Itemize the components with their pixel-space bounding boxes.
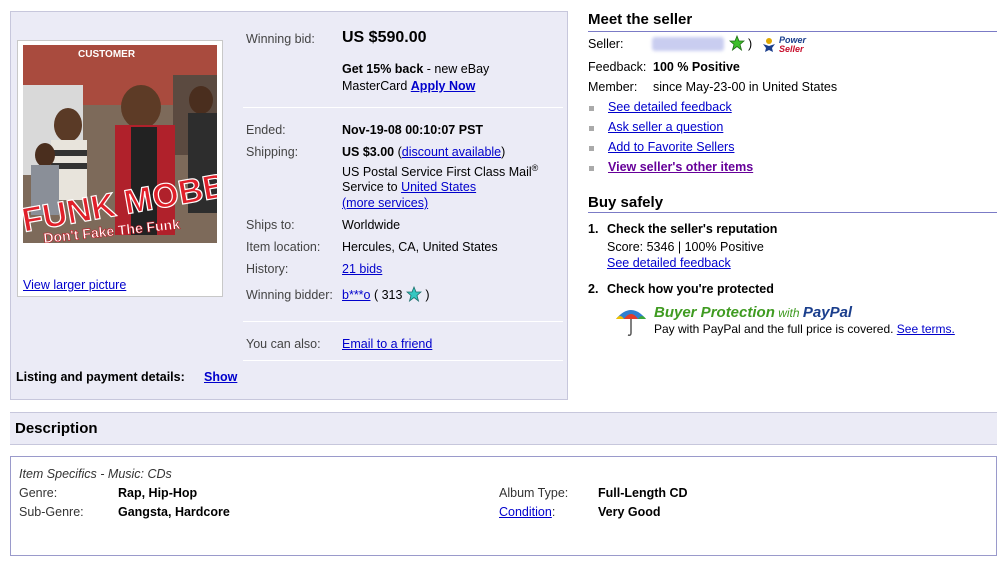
shipping-service-line: US Postal Service First Class Mail® — [342, 163, 538, 179]
album-type-label: Album Type: — [499, 486, 569, 500]
mastercard-promo-line2: MasterCard Apply Now — [342, 79, 475, 93]
feedback-value: 100 % Positive — [653, 60, 740, 74]
feedback-label: Feedback: — [588, 60, 647, 74]
buyer-protection-text: Buyer Protection — [654, 304, 775, 321]
history-label: History: — [246, 262, 289, 276]
promo-line2-text: MasterCard — [342, 79, 411, 93]
listing-details-label: Listing and payment details: — [16, 370, 185, 384]
shipping-cost: US $3.00 — [342, 145, 395, 159]
buyer-protection-desc: Pay with PayPal and the full price is co… — [654, 322, 955, 336]
bidder-close-paren: ) — [421, 288, 430, 302]
seller-close-paren: ) — [748, 37, 753, 51]
divider — [243, 321, 563, 322]
buyer-protection-logo: Buyer Protection with PayPal — [654, 304, 852, 321]
item-specifics-box: Item Specifics - Music: CDs Genre: Rap, … — [10, 456, 997, 556]
genre-value: Rap, Hip-Hop — [118, 486, 198, 500]
apply-now-link[interactable]: Apply Now — [411, 79, 476, 93]
album-cover-image[interactable]: CUSTOMER FUNK MOBB Don't Fake The Funk — [23, 45, 217, 243]
registered-mark: ® — [531, 163, 539, 173]
ships-to-label: Ships to: — [246, 218, 295, 232]
paypal-text: PayPal — [802, 304, 853, 321]
divider — [243, 107, 563, 108]
item-photo-box: CUSTOMER FUNK MOBB Don't Fake The Funk V… — [17, 40, 223, 297]
show-listing-details-link[interactable]: Show — [204, 370, 237, 384]
united-states-link[interactable]: United States — [401, 180, 476, 194]
turquoise-star-icon — [405, 285, 423, 305]
step-2-number: 2. — [588, 282, 599, 296]
step-1-number: 1. — [588, 222, 599, 236]
bullet — [589, 106, 594, 111]
seller-score: Score: 5346 | 100% Positive — [607, 240, 764, 254]
view-seller-other-items-link[interactable]: View seller's other items — [608, 160, 753, 174]
album-type-value: Full-Length CD — [598, 486, 688, 500]
paren-close: ) — [501, 145, 506, 159]
bullet — [589, 126, 594, 131]
buy-safely-title: Buy safely — [588, 194, 664, 211]
shipping-label: Shipping: — [246, 145, 299, 159]
item-location-label: Item location: — [246, 240, 321, 254]
condition-label: Condition: — [499, 505, 555, 519]
winning-bid-value: US $590.00 — [342, 29, 427, 46]
see-detailed-feedback-link-2[interactable]: See detailed feedback — [607, 256, 731, 270]
umbrella-icon — [614, 303, 648, 340]
item-specifics-title: Item Specifics - Music: CDs — [19, 467, 172, 481]
step-2-title: Check how you're protected — [607, 282, 774, 296]
member-value: since May-23-00 in United States — [653, 80, 838, 94]
see-terms-link[interactable]: See terms. — [897, 322, 955, 336]
power-seller-text-2: Seller — [779, 44, 804, 54]
divider — [243, 360, 563, 361]
you-can-also-label: You can also: — [246, 337, 321, 351]
ships-to-value: Worldwide — [342, 218, 401, 232]
ask-seller-question-link[interactable]: Ask seller a question — [608, 120, 723, 134]
promo-text: - new eBay — [423, 62, 490, 76]
cover-shirt-text: CUSTOMER — [78, 49, 136, 60]
power-seller-icon — [761, 37, 777, 56]
buyer-protection-text-body: Pay with PayPal and the full price is co… — [654, 322, 897, 336]
section-rule — [588, 212, 997, 213]
description-title: Description — [15, 420, 98, 437]
bid-history-link[interactable]: 21 bids — [342, 262, 382, 276]
item-location-value: Hercules, CA, United States — [342, 240, 498, 254]
see-detailed-feedback-link[interactable]: See detailed feedback — [608, 100, 732, 114]
item-summary-panel: CUSTOMER FUNK MOBB Don't Fake The Funk V… — [10, 11, 568, 400]
green-star-icon — [728, 34, 746, 54]
bullet — [589, 146, 594, 151]
winning-bid-label: Winning bid: — [246, 32, 315, 46]
shipping-service: US Postal Service First Class Mail — [342, 165, 532, 180]
genre-label: Genre: — [19, 486, 58, 500]
view-larger-picture-link[interactable]: View larger picture — [23, 278, 126, 292]
paren-open: ( — [394, 145, 402, 159]
step-1-title: Check the seller's reputation — [607, 222, 778, 236]
bullet — [589, 166, 594, 171]
power-seller-badge: Power Seller — [779, 36, 806, 54]
more-services-link[interactable]: (more services) — [342, 196, 428, 210]
condition-link[interactable]: Condition — [499, 505, 552, 519]
subgenre-label: Sub-Genre: — [19, 505, 84, 519]
ended-value: Nov-19-08 00:10:07 PST — [342, 123, 484, 137]
email-to-friend-link[interactable]: Email to a friend — [342, 337, 432, 351]
with-text: with — [774, 306, 803, 320]
seller-id-redacted[interactable] — [652, 37, 724, 51]
subgenre-value: Gangsta, Hardcore — [118, 505, 230, 519]
description-header-bar: Description — [10, 412, 997, 445]
condition-colon: : — [551, 505, 556, 519]
shipping-destination-line: Service to United States — [342, 180, 476, 194]
shipping-cost-line: US $3.00 (discount available) — [342, 145, 505, 159]
winning-bidder-line: b***o ( 313 ) — [342, 285, 430, 305]
mastercard-promo: Get 15% back - new eBay — [342, 62, 489, 76]
add-favorite-sellers-link[interactable]: Add to Favorite Sellers — [608, 140, 734, 154]
condition-value: Very Good — [598, 505, 661, 519]
ended-label: Ended: — [246, 123, 286, 137]
section-rule — [588, 31, 997, 32]
winning-bidder-label: Winning bidder: — [246, 288, 333, 302]
winning-bidder-link[interactable]: b***o — [342, 288, 371, 302]
promo-bold-text: Get 15% back — [342, 62, 424, 76]
member-label: Member: — [588, 80, 638, 94]
seller-label: Seller: — [588, 37, 624, 51]
discount-available-link[interactable]: discount available — [402, 145, 501, 159]
bidder-feedback-score: ( 313 — [370, 288, 406, 302]
meet-seller-title: Meet the seller — [588, 11, 693, 28]
shipping-service-to: Service to — [342, 180, 402, 194]
